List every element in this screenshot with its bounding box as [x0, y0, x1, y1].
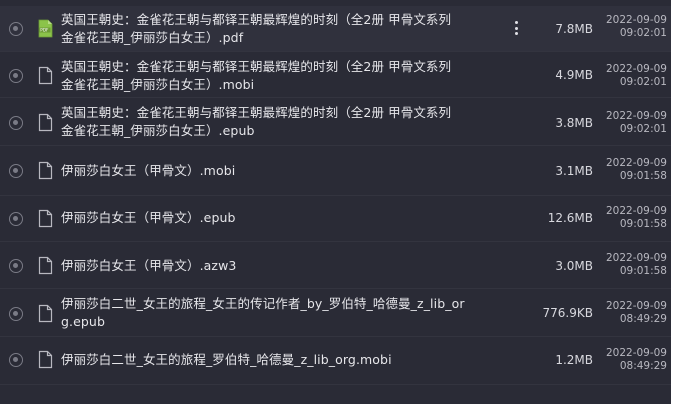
file-size: 4.9MB: [555, 68, 593, 82]
file-name[interactable]: 伊丽莎白女王（甲骨文）.mobi: [61, 162, 511, 180]
file-row[interactable]: 英国王朝史：金雀花王朝与都铎王朝最辉煌的时刻（全2册 甲骨文系列 金雀花王朝_伊…: [0, 98, 671, 146]
file-name-line1: 伊丽莎白二世_女王的旅程_女王的传记作者_by_罗伯特_哈德曼_z_lib_or: [61, 296, 465, 311]
file-date: 2022-09-09: [605, 300, 667, 312]
file-date: 2022-09-09: [605, 63, 667, 75]
file-name-line2: g.epub: [61, 314, 105, 329]
file-timestamp: 2022-09-09 08:49:29: [593, 300, 667, 326]
file-row[interactable]: 伊丽莎白女王（甲骨文）.epub 12.6MB 2022-09-09 09:01…: [0, 196, 671, 242]
file-icon: [38, 304, 53, 323]
radio-button[interactable]: [9, 353, 23, 367]
file-name[interactable]: 伊丽莎白二世_女王的旅程_罗伯特_哈德曼_z_lib_org.mobi: [61, 351, 511, 369]
file-name[interactable]: 英国王朝史：金雀花王朝与都铎王朝最辉煌的时刻（全2册 甲骨文系列 金雀花王朝_伊…: [61, 104, 511, 140]
file-icon: [38, 161, 53, 180]
file-icon: [38, 256, 53, 275]
file-timestamp: 2022-09-09 09:02:01: [593, 63, 667, 89]
file-icon: [38, 113, 53, 132]
file-time: 09:02:01: [619, 123, 667, 135]
file-timestamp: 2022-09-09 09:02:01: [593, 110, 667, 136]
pdf-file-icon: PDF: [38, 19, 53, 38]
radio-button[interactable]: [9, 164, 23, 178]
file-timestamp: 2022-09-09 09:01:58: [593, 205, 667, 231]
file-date: 2022-09-09: [605, 14, 667, 26]
file-time: 09:01:58: [619, 218, 667, 230]
file-time: 09:01:58: [619, 265, 667, 277]
file-time: 09:01:58: [619, 170, 667, 182]
file-timestamp: 2022-09-09 09:01:58: [593, 157, 667, 183]
file-icon: [38, 350, 53, 369]
radio-button[interactable]: [9, 307, 23, 321]
file-name-line2: 金雀花王朝_伊丽莎白女王）.epub: [61, 123, 255, 138]
file-date: 2022-09-09: [605, 252, 667, 264]
file-time: 09:02:01: [619, 27, 667, 39]
file-icon: [38, 66, 53, 85]
file-name[interactable]: 英国王朝史：金雀花王朝与都铎王朝最辉煌的时刻（全2册 甲骨文系列 金雀花王朝_伊…: [61, 58, 511, 94]
file-timestamp: 2022-09-09 09:02:01: [593, 14, 667, 40]
file-size: 776.9KB: [542, 306, 593, 320]
file-name-line1: 英国王朝史：金雀花王朝与都铎王朝最辉煌的时刻（全2册 甲骨文系列: [61, 105, 452, 120]
file-icon: [38, 209, 53, 228]
file-time: 08:49:29: [619, 313, 667, 325]
file-name[interactable]: 伊丽莎白女王（甲骨文）.azw3: [61, 257, 511, 275]
file-size: 12.6MB: [547, 211, 593, 225]
file-row[interactable]: 伊丽莎白女王（甲骨文）.azw3 3.0MB 2022-09-09 09:01:…: [0, 242, 671, 289]
file-name-line1: 英国王朝史：金雀花王朝与都铎王朝最辉煌的时刻（全2册 甲骨文系列: [61, 59, 452, 74]
radio-button[interactable]: [9, 259, 23, 273]
file-list-panel: PDF 英国王朝史：金雀花王朝与都铎王朝最辉煌的时刻（全2册 甲骨文系列 金雀花…: [0, 0, 671, 404]
file-name[interactable]: 伊丽莎白女王（甲骨文）.epub: [61, 209, 511, 227]
radio-button[interactable]: [9, 22, 23, 36]
radio-button[interactable]: [9, 116, 23, 130]
radio-button[interactable]: [9, 212, 23, 226]
file-date: 2022-09-09: [605, 157, 667, 169]
file-timestamp: 2022-09-09 08:49:29: [593, 347, 667, 373]
file-name-line1: 英国王朝史：金雀花王朝与都铎王朝最辉煌的时刻（全2册 甲骨文系列: [61, 12, 452, 27]
file-name-line2: 金雀花王朝_伊丽莎白女王）.pdf: [61, 30, 244, 45]
radio-button[interactable]: [9, 69, 23, 83]
file-name-line1: 伊丽莎白女王（甲骨文）.epub: [61, 210, 236, 225]
file-date: 2022-09-09: [605, 110, 667, 122]
file-row[interactable]: 伊丽莎白二世_女王的旅程_女王的传记作者_by_罗伯特_哈德曼_z_lib_or…: [0, 289, 671, 337]
file-name[interactable]: 伊丽莎白二世_女王的旅程_女王的传记作者_by_罗伯特_哈德曼_z_lib_or…: [61, 295, 511, 331]
file-size: 3.8MB: [555, 116, 593, 130]
file-name[interactable]: 英国王朝史：金雀花王朝与都铎王朝最辉煌的时刻（全2册 甲骨文系列 金雀花王朝_伊…: [61, 11, 511, 47]
file-name-line1: 伊丽莎白女王（甲骨文）.azw3: [61, 258, 237, 273]
file-time: 09:02:01: [619, 76, 667, 88]
file-date: 2022-09-09: [605, 205, 667, 217]
file-row[interactable]: 伊丽莎白女王（甲骨文）.mobi 3.1MB 2022-09-09 09:01:…: [0, 146, 671, 196]
file-row[interactable]: PDF 英国王朝史：金雀花王朝与都铎王朝最辉煌的时刻（全2册 甲骨文系列 金雀花…: [0, 6, 671, 52]
file-row[interactable]: 伊丽莎白二世_女王的旅程_罗伯特_哈德曼_z_lib_org.mobi 1.2M…: [0, 337, 671, 385]
file-size: 1.2MB: [555, 353, 593, 367]
file-name-line1: 伊丽莎白二世_女王的旅程_罗伯特_哈德曼_z_lib_org.mobi: [61, 352, 392, 367]
file-time: 08:49:29: [619, 360, 667, 372]
file-size: 3.1MB: [555, 164, 593, 178]
file-date: 2022-09-09: [605, 347, 667, 359]
file-size: 3.0MB: [555, 259, 593, 273]
file-row[interactable]: 英国王朝史：金雀花王朝与都铎王朝最辉煌的时刻（全2册 甲骨文系列 金雀花王朝_伊…: [0, 52, 671, 98]
file-size: 7.8MB: [555, 22, 593, 36]
svg-text:PDF: PDF: [40, 28, 49, 33]
file-timestamp: 2022-09-09 09:01:58: [593, 252, 667, 278]
file-name-line2: 金雀花王朝_伊丽莎白女王）.mobi: [61, 77, 255, 92]
file-name-line1: 伊丽莎白女王（甲骨文）.mobi: [61, 163, 236, 178]
